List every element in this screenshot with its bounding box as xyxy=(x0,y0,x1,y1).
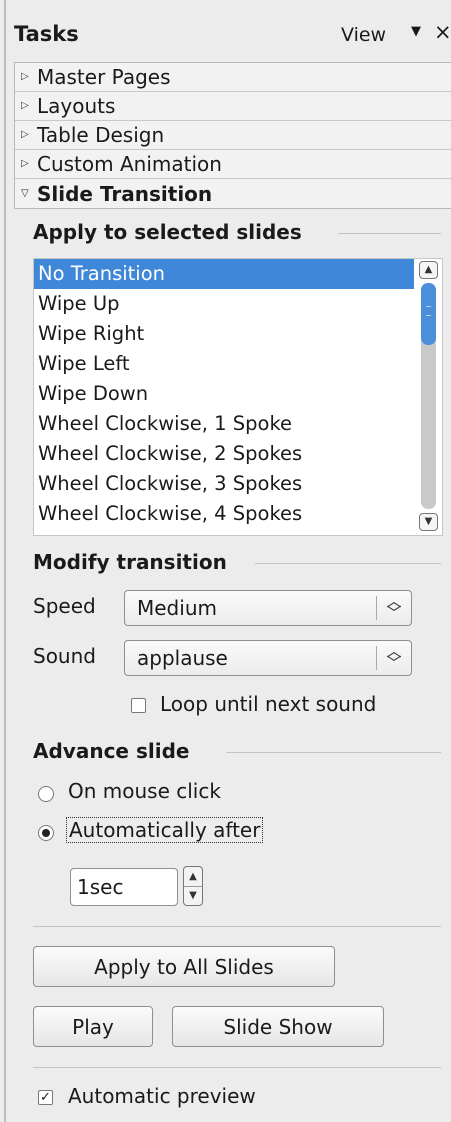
deck-label: Custom Animation xyxy=(37,152,222,176)
spin-up-icon[interactable]: ▲ xyxy=(184,867,202,887)
on-mouse-click-label: On mouse click xyxy=(68,779,221,803)
close-icon[interactable]: × xyxy=(434,20,451,44)
loop-checkbox[interactable] xyxy=(131,698,146,713)
view-dropdown-arrow-icon[interactable]: ▼ xyxy=(411,24,421,39)
speed-select[interactable]: Medium ︿ ﹀ xyxy=(124,590,412,626)
auto-delay-value: 1sec xyxy=(77,875,124,899)
transition-item[interactable]: Wipe Up xyxy=(34,289,414,319)
deck-table-design[interactable]: ▷ Table Design xyxy=(15,121,451,150)
panel-title: Tasks xyxy=(14,22,79,46)
play-button[interactable]: Play xyxy=(33,1006,153,1047)
apply-section-heading: Apply to selected slides xyxy=(33,220,302,244)
deck-custom-animation[interactable]: ▷ Custom Animation xyxy=(15,150,451,179)
deck-layouts[interactable]: ▷ Layouts xyxy=(15,92,451,121)
automatic-preview-checkbox[interactable]: ✓ xyxy=(38,1090,53,1105)
spin-down-icon[interactable]: ▼ xyxy=(184,886,202,905)
panel-left-border xyxy=(4,0,6,1122)
automatic-preview-label: Automatic preview xyxy=(68,1084,256,1108)
sound-select[interactable]: applause ︿ ﹀ xyxy=(124,640,412,676)
advance-section-heading: Advance slide xyxy=(33,739,190,763)
modify-section-heading: Modify transition xyxy=(33,550,227,574)
section-separator xyxy=(33,926,441,927)
speed-label: Speed xyxy=(33,594,96,618)
transition-item[interactable]: No Transition xyxy=(34,259,414,289)
deck-slide-transition[interactable]: ▽ Slide Transition xyxy=(15,179,451,208)
section-separator xyxy=(226,752,441,753)
sound-label: Sound xyxy=(33,644,96,668)
transition-item[interactable]: Wheel Clockwise, 1 Spoke xyxy=(34,409,414,439)
speed-value: Medium xyxy=(137,596,217,620)
transition-item[interactable]: Wheel Clockwise, 3 Spokes xyxy=(34,469,414,499)
section-separator xyxy=(338,233,441,234)
section-separator xyxy=(255,563,441,564)
section-separator xyxy=(33,1067,441,1068)
transition-item[interactable]: Wheel Clockwise, 4 Spokes xyxy=(34,499,414,529)
deck-label: Master Pages xyxy=(37,65,171,89)
deck-label: Table Design xyxy=(37,123,165,147)
expand-triangle-icon: ▷ xyxy=(21,100,29,111)
view-menu-button[interactable]: View xyxy=(341,24,386,46)
scroll-down-icon[interactable]: ▼ xyxy=(419,513,438,531)
transition-item[interactable]: Wipe Left xyxy=(34,349,414,379)
scroll-up-icon[interactable]: ▲ xyxy=(419,261,438,279)
auto-delay-spinner[interactable]: ▲ ▼ xyxy=(183,866,203,906)
slide-show-button[interactable]: Slide Show xyxy=(172,1006,384,1047)
apply-to-all-slides-button[interactable]: Apply to All Slides xyxy=(33,946,335,987)
updown-chevron-icon: ︿ ﹀ xyxy=(386,592,402,622)
collapse-triangle-icon: ▽ xyxy=(21,187,29,199)
automatically-after-radio[interactable] xyxy=(38,825,54,841)
expand-triangle-icon: ▷ xyxy=(21,158,29,169)
transition-item[interactable]: Wheel Clockwise, 2 Spokes xyxy=(34,439,414,469)
deck-master-pages[interactable]: ▷ Master Pages xyxy=(15,63,451,92)
automatically-after-label: Automatically after xyxy=(66,817,264,843)
deck-label: Layouts xyxy=(37,94,116,118)
task-deck-list: ▷ Master Pages ▷ Layouts ▷ Table Design … xyxy=(14,62,451,209)
updown-chevron-icon: ︿ ﹀ xyxy=(386,642,402,672)
loop-label: Loop until next sound xyxy=(160,692,377,716)
auto-delay-field[interactable]: 1sec xyxy=(70,868,178,906)
transition-listbox[interactable]: No Transition Wipe Up Wipe Right Wipe Le… xyxy=(33,258,443,536)
scroll-grip-icon xyxy=(426,306,431,316)
deck-label: Slide Transition xyxy=(37,181,213,206)
expand-triangle-icon: ▷ xyxy=(21,129,29,140)
sound-value: applause xyxy=(137,646,228,670)
expand-triangle-icon: ▷ xyxy=(21,71,29,82)
list-scrollbar[interactable]: ▲ ▼ xyxy=(416,259,442,535)
combo-divider xyxy=(376,646,377,670)
transition-item[interactable]: Wipe Right xyxy=(34,319,414,349)
transition-item[interactable]: Wipe Down xyxy=(34,379,414,409)
on-mouse-click-radio[interactable] xyxy=(38,786,54,802)
combo-divider xyxy=(376,596,377,620)
